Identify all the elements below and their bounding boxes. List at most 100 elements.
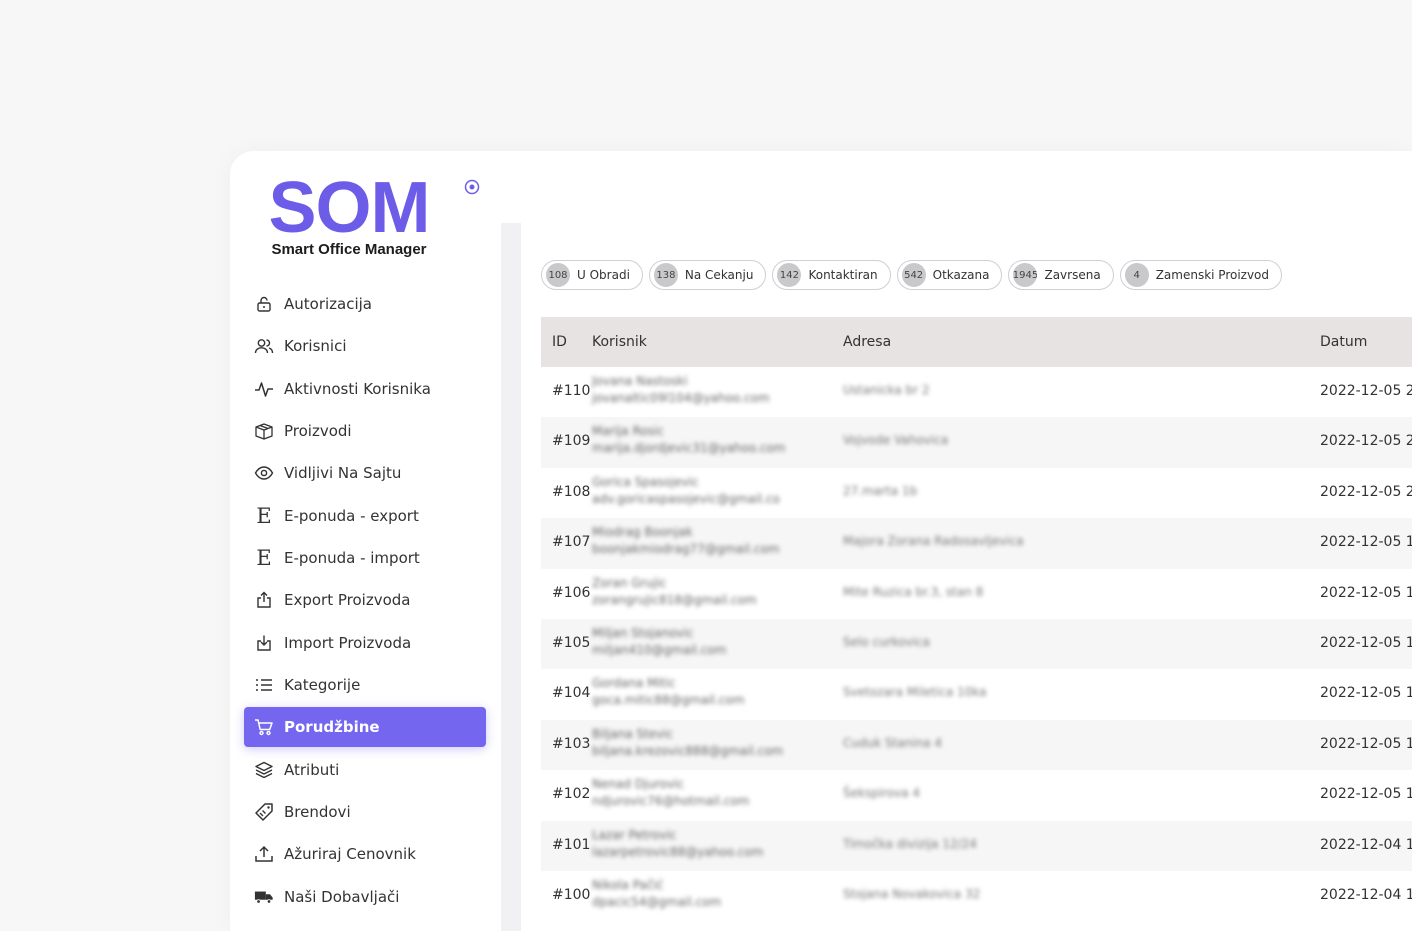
- order-address: Mite Ruzica br.3, stan 8: [843, 584, 984, 599]
- header-datum[interactable]: Datum: [1320, 334, 1367, 350]
- order-user: Nikola Pačić dpacic54@gmail.com: [592, 877, 832, 911]
- order-id: #106: [552, 584, 591, 601]
- order-date: 2022-12-05 15: [1320, 735, 1412, 752]
- order-address: Majora Zorana Radosavljevica: [843, 534, 1024, 549]
- filter-label: Zavrsena: [1044, 268, 1101, 282]
- order-address: Stojana Novakovica 32: [843, 886, 981, 901]
- layers-icon: [254, 760, 274, 780]
- logo[interactable]: SOM Smart Office Manager: [264, 171, 434, 258]
- import-icon: [254, 633, 274, 653]
- eye-icon: [254, 463, 274, 483]
- sidebar-item-nasi-dobavljaci[interactable]: Naši Dobavljači: [244, 877, 486, 917]
- order-date: 2022-12-05 20: [1320, 433, 1412, 450]
- order-date: 2022-12-05 18: [1320, 584, 1412, 601]
- sidebar-item-kategorije[interactable]: Kategorije: [244, 665, 486, 705]
- order-date: 2022-12-04 10: [1320, 886, 1412, 903]
- table-row[interactable]: #100 Nikola Pačić dpacic54@gmail.com Stoj…: [541, 871, 1412, 921]
- sidebar-nav: Autorizacija Korisnici Aktivnosti Korisn…: [244, 284, 486, 919]
- tag-icon: [254, 802, 274, 822]
- sidebar-item-label: Autorizacija: [284, 295, 373, 313]
- filter-count: 142: [777, 263, 802, 287]
- order-user: Marija Rosic marija.djordjevic31@yahoo.co…: [592, 423, 832, 457]
- table-row[interactable]: #108 Gorica Spasojevic adv.goricaspasojev…: [541, 468, 1412, 518]
- sidebar-item-porudzbine[interactable]: Porudžbine: [244, 707, 486, 748]
- order-address: Ustanicka br 2: [843, 383, 930, 397]
- collapse-sidebar-icon[interactable]: [464, 179, 480, 195]
- filter-label: Zamenski Proizvod: [1155, 268, 1270, 282]
- order-user: Miljan Stojanovic miljan410@gmail.com: [592, 625, 832, 659]
- order-address: Timočka divizija 12/24: [843, 836, 977, 851]
- sidebar-item-label: Proizvodi: [284, 422, 352, 441]
- filter-zamenski-proizvod[interactable]: 4 Zamenski Proizvod: [1119, 260, 1283, 290]
- e-letter-icon: E: [256, 503, 272, 528]
- sidebar-item-vidljivi-na-sajtu[interactable]: Vidljivi Na Sajtu: [244, 453, 486, 493]
- sidebar-item-label: Kategorije: [284, 676, 361, 695]
- e-letter-icon: E: [256, 546, 272, 571]
- header-korisnik[interactable]: Korisnik: [592, 334, 647, 350]
- order-id: #103: [552, 735, 591, 752]
- table-row[interactable]: #110 Jovana Nastoski jovanaltic09l104@yah…: [541, 367, 1412, 417]
- user-name: Gorica Spasojevic: [592, 474, 699, 489]
- sidebar-item-proizvodi[interactable]: Proizvodi: [244, 411, 486, 451]
- header-id[interactable]: ID: [552, 334, 567, 350]
- status-filters: 108 U Obradi 138 Na Cekanju 142 Kontakti…: [541, 260, 1283, 290]
- sidebar-item-korisnici[interactable]: Korisnici: [244, 326, 486, 366]
- sidebar-item-e-ponuda-import[interactable]: E E-ponuda - import: [244, 538, 486, 578]
- sidebar-item-label: Ažuriraj Cenovnik: [284, 845, 416, 864]
- logo-text: SOM: [268, 168, 430, 248]
- order-id: #105: [552, 634, 591, 651]
- filter-na-cekanju[interactable]: 138 Na Cekanju: [648, 260, 767, 290]
- table-row[interactable]: #109 Marija Rosic marija.djordjevic31@yah…: [541, 417, 1412, 468]
- sidebar-item-atributi[interactable]: Atributi: [244, 750, 486, 790]
- header-adresa[interactable]: Adresa: [843, 334, 891, 350]
- order-user: Jovana Nastoski jovanaltic09l104@yahoo.co…: [592, 373, 832, 407]
- lock-icon: [254, 294, 274, 314]
- order-address: Vojvode Vahovica: [843, 433, 949, 448]
- truck-icon: [254, 887, 274, 907]
- table-row[interactable]: #105 Miljan Stojanovic miljan410@gmail.co…: [541, 618, 1412, 670]
- filter-label: U Obradi: [577, 268, 630, 282]
- user-email: ndjurovic76@hotmail.com: [592, 794, 750, 809]
- filter-zavrsena[interactable]: 1945 Zavrsena: [1008, 260, 1114, 290]
- sidebar-item-export-proizvoda[interactable]: Export Proizvoda: [244, 580, 486, 620]
- sidebar-item-autorizacija[interactable]: Autorizacija: [244, 284, 486, 324]
- sidebar-item-label: Vidljivi Na Sajtu: [284, 464, 402, 483]
- table-row[interactable]: #104 Gordana Mitic goca.mitic88@gmail.com…: [541, 669, 1412, 719]
- cart-icon: [254, 717, 274, 737]
- user-email: jovanaltic09l104@yahoo.com: [592, 391, 770, 405]
- activity-icon: [254, 379, 274, 399]
- order-id: #102: [552, 786, 591, 803]
- filter-u-obradi[interactable]: 108 U Obradi: [541, 260, 643, 290]
- table-row[interactable]: #107 Miodrag Boonjak boonjakmiodrag77@gma…: [541, 518, 1412, 569]
- sidebar-item-import-proizvoda[interactable]: Import Proizvoda: [244, 623, 486, 663]
- order-id: #100: [552, 886, 591, 903]
- table-row[interactable]: #101 Lazar Petrovic lazarpetrovic88@yahoo…: [541, 820, 1412, 871]
- sidebar-item-e-ponuda-export[interactable]: E E-ponuda - export: [244, 496, 486, 536]
- sidebar-item-aktivnosti-korisnika[interactable]: Aktivnosti Korisnika: [244, 369, 486, 409]
- filter-kontaktiran[interactable]: 142 Kontaktiran: [772, 260, 891, 290]
- order-date: 2022-12-05 16: [1320, 634, 1412, 651]
- user-email: miljan410@gmail.com: [592, 642, 727, 657]
- order-id: #107: [552, 534, 591, 551]
- sidebar-item-label: Naši Dobavljači: [284, 887, 400, 906]
- user-email: dpacic54@gmail.com: [592, 894, 722, 909]
- user-email: lazarpetrovic88@yahoo.com: [592, 844, 764, 859]
- table-row[interactable]: #106 Zoran Grujic zorangrujic818@gmail.co…: [541, 569, 1412, 619]
- table-row[interactable]: #103 Biljana Stevic biljana.krezovic888@g…: [541, 719, 1412, 771]
- user-email: boonjakmiodrag77@gmail.com: [592, 542, 780, 557]
- filter-otkazana[interactable]: 542 Otkazana: [896, 260, 1003, 290]
- sidebar-item-label: E-ponuda - import: [284, 549, 420, 568]
- table-row[interactable]: #102 Nenad Djurovic ndjurovic76@hotmail.c…: [541, 770, 1412, 820]
- filter-count: 542: [901, 263, 926, 287]
- sidebar-item-azuriraj-cenovnik[interactable]: Ažuriraj Cenovnik: [244, 834, 486, 874]
- user-email: zorangrujic818@gmail.com: [592, 592, 757, 607]
- filter-label: Na Cekanju: [684, 268, 754, 282]
- order-user: Gorica Spasojevic adv.goricaspasojevic@gm…: [592, 474, 832, 508]
- user-name: Nikola Pačić: [592, 877, 664, 892]
- order-address: Selo curkovica: [843, 634, 930, 649]
- user-name: Miodrag Boonjak: [592, 525, 693, 540]
- order-user: Nenad Djurovic ndjurovic76@hotmail.com: [592, 776, 832, 810]
- sidebar-item-brendovi[interactable]: Brendovi: [244, 792, 486, 832]
- table-body: #110 Jovana Nastoski jovanaltic09l104@yah…: [541, 367, 1412, 921]
- user-name: Lazar Petrovic: [592, 827, 677, 842]
